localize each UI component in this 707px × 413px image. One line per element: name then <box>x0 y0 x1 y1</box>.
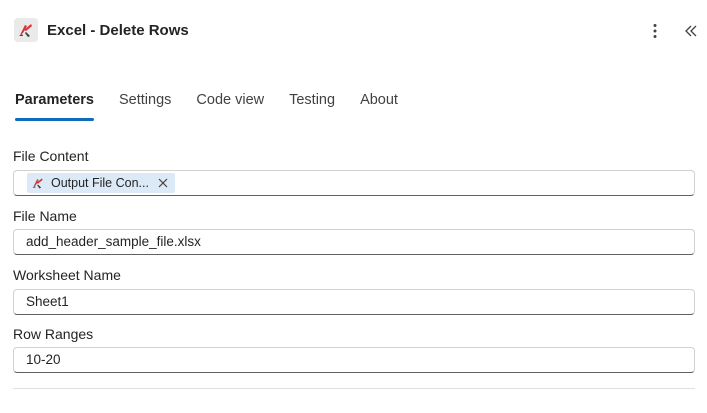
close-icon[interactable] <box>157 177 169 189</box>
file-content-input[interactable]: Output File Con... <box>13 170 695 196</box>
row-ranges-input[interactable]: 10-20 <box>13 347 695 373</box>
worksheet-name-label: Worksheet Name <box>13 267 121 283</box>
excel-connector-logo-icon <box>14 18 38 42</box>
collapse-panel-button[interactable] <box>680 20 702 42</box>
file-content-label: File Content <box>13 148 89 164</box>
panel-title: Excel - Delete Rows <box>47 22 189 39</box>
section-divider <box>13 388 695 389</box>
file-name-label: File Name <box>13 208 77 224</box>
tab-testing[interactable]: Testing <box>289 90 335 122</box>
worksheet-name-input[interactable]: Sheet1 <box>13 289 695 315</box>
token-label: Output File Con... <box>51 176 149 190</box>
tab-about[interactable]: About <box>360 90 398 122</box>
dynamic-content-token[interactable]: Output File Con... <box>27 173 175 193</box>
excel-connector-logo-icon <box>31 176 45 190</box>
tab-parameters[interactable]: Parameters <box>15 90 94 122</box>
row-ranges-label: Row Ranges <box>13 326 94 342</box>
tab-code-view[interactable]: Code view <box>196 90 264 122</box>
tab-bar: Parameters Settings Code view Testing Ab… <box>15 90 423 122</box>
row-ranges-value: 10-20 <box>26 352 61 367</box>
more-options-button[interactable] <box>644 20 666 42</box>
worksheet-name-value: Sheet1 <box>26 294 69 309</box>
tab-settings[interactable]: Settings <box>119 90 171 122</box>
double-chevron-left-icon <box>685 25 697 37</box>
file-name-input[interactable]: add_header_sample_file.xlsx <box>13 229 695 255</box>
file-name-value: add_header_sample_file.xlsx <box>26 234 201 249</box>
more-vertical-icon <box>653 24 657 38</box>
panel-header: Excel - Delete Rows <box>0 0 707 62</box>
